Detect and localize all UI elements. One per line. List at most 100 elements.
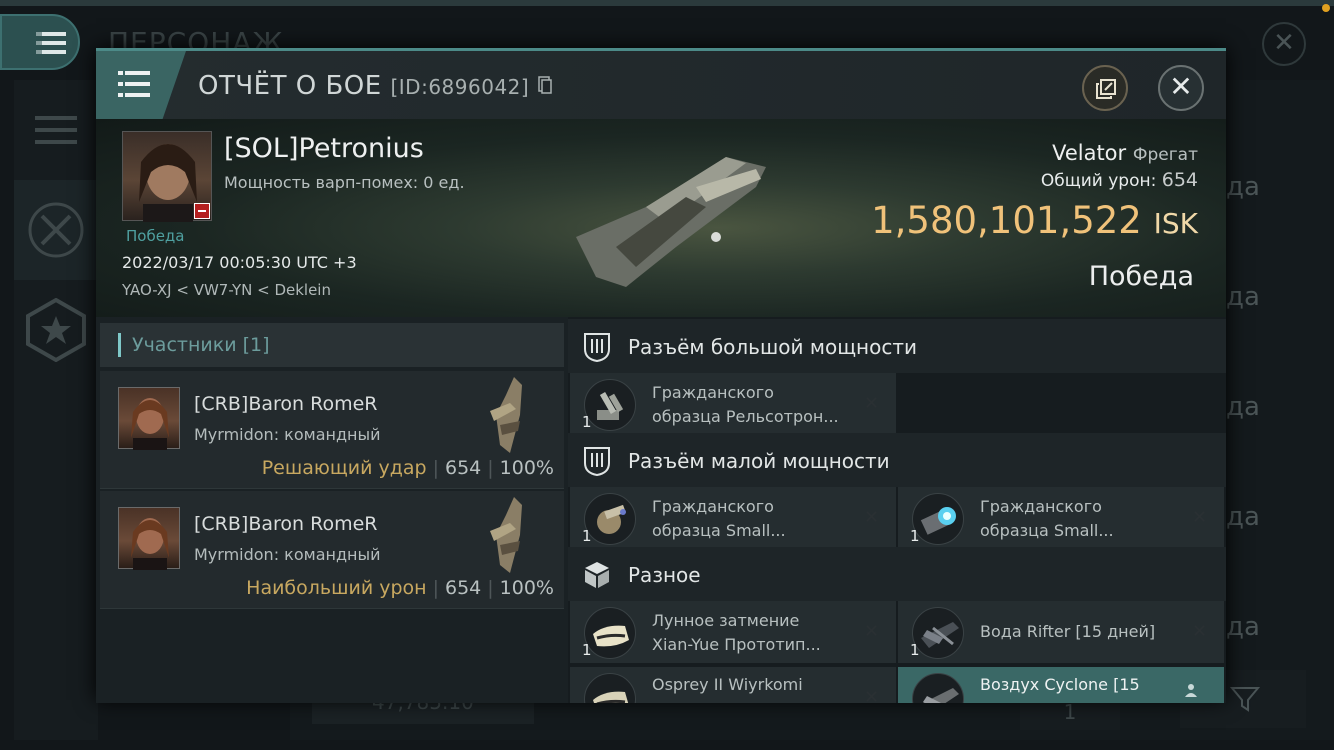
bg-row-label: да [1226,392,1260,422]
victim-ship-icon[interactable] [556,127,776,307]
destroyed-icon: ✕ [1192,621,1208,642]
skin-icon [584,607,636,659]
ship-class: Фрегат [1132,145,1198,165]
isk-value: 1,580,101,522 ISK [871,199,1198,242]
participant-name: [CRB]Baron RomeR [194,393,378,415]
module-name-line1: Гражданского [980,497,1102,516]
low-slot-icon [584,447,610,477]
menu-icon [118,71,150,97]
side-nav [14,80,98,740]
total-damage-label: Общий урон: [1040,171,1157,191]
high-slot-title: Разъём большой мощности [628,335,917,359]
victim-ship[interactable]: Velator Фрегат [1052,141,1198,165]
side-nav-combat[interactable] [14,180,98,280]
battle-report-dialog: ОТЧЁТ О БОЕ [ID:6896042] ✕ Победа [SOL]P… [96,48,1226,703]
module-item[interactable]: 1 Гражданского образца Small... ✕ [898,487,1224,549]
participant-damage: 654 [445,577,482,599]
module-quantity: 1 [582,641,592,659]
filter-icon [1230,687,1260,712]
module-item[interactable]: 1 Вода Rifter [15 дней] ✕ [898,601,1224,663]
close-button[interactable]: ✕ [1158,65,1204,111]
main-menu-button[interactable] [0,14,80,70]
warp-scramble-strength: Мощность варп-помех: 0 ед. [224,173,465,192]
person-icon [1185,684,1197,697]
module-name-line1: Гражданского [652,497,774,516]
isk-unit: ISK [1153,207,1198,240]
module-quantity: 1 [582,527,592,545]
high-slot-section: Разъём большой мощности [568,319,1226,373]
bg-row-label: да [1226,172,1260,202]
isk-amount: 1,580,101,522 [871,199,1142,242]
total-damage-value: 654 [1161,169,1198,191]
participant-stats: Решающий удар | 654 | 100% [261,457,554,479]
victim-name[interactable]: [SOL]Petronius [224,133,424,164]
bg-row-label: да [1226,502,1260,532]
bg-row-label: да [1226,612,1260,642]
ship-skin-icon [912,673,964,703]
ship-type: Velator [1052,141,1127,165]
module-name: Воздух Cyclone [15 [980,675,1140,694]
pilot-portrait-icon [131,398,169,450]
dialog-header: ОТЧЁТ О БОЕ [ID:6896042] ✕ [96,51,1226,119]
shield-booster-icon [912,493,964,545]
share-button[interactable] [1082,65,1128,111]
ship-skin-icon [912,607,964,659]
module-item[interactable]: 1 Гражданского образца Small... ✕ [570,487,896,549]
misc-title: Разное [628,563,701,587]
module-name: Osprey II Wiyrkomi [652,675,803,694]
notification-dot [1322,4,1330,12]
misc-section: Разное [568,547,1226,601]
victim-summary: Победа [SOL]Petronius Мощность варп-поме… [96,119,1226,317]
participant-row[interactable]: [CRB]Baron RomeR Myrmidon: командный Реш… [100,371,564,489]
module-quantity: 1 [582,413,592,431]
module-quantity: 1 [910,641,920,659]
report-id[interactable]: [ID:6896042] [390,75,529,99]
total-damage: Общий урон: 654 [1041,169,1198,191]
module-item[interactable]: Воздух Cyclone [15 [898,667,1224,703]
participant-ship-icon [490,377,522,453]
module-item[interactable]: Osprey II Wiyrkomi ✕ [570,667,896,703]
copy-icon[interactable] [538,76,552,94]
kill-datetime: 2022/03/17 00:05:30 UTC +3 [122,253,357,272]
module-quantity: 1 [910,527,920,545]
fitting-panel: Разъём большой мощности 1 Гражданского о… [568,317,1226,703]
crossed-swords-icon [28,202,84,258]
railgun-icon [584,379,636,431]
participant-name: [CRB]Baron RomeR [194,513,378,535]
participant-row[interactable]: [CRB]Baron RomeR Myrmidon: командный Наи… [100,491,564,609]
module-item[interactable]: 1 Гражданского образца Рельсотрон... ✕ [570,373,896,435]
dialog-title: ОТЧЁТ О БОЕ [ID:6896042] [198,71,552,101]
list-icon [35,116,77,144]
title-text: ОТЧЁТ О БОЕ [198,71,382,101]
module-name-line2: образца Small... [652,521,786,540]
dialog-menu-button[interactable] [96,51,186,119]
destroyed-icon: ✕ [864,507,880,528]
module-name-line2: образца Рельсотрон... [652,407,839,426]
participant-role: Решающий удар [261,457,427,479]
participant-avatar[interactable] [118,507,180,570]
participant-avatar[interactable] [118,387,180,450]
skin-icon [584,673,636,703]
side-nav-list[interactable] [14,80,98,180]
menu-icon [36,32,66,54]
page-close-button[interactable]: ✕ [1262,22,1306,66]
participants-panel: Участники [1] [CRB]Baron RomeR Myrmidon:… [96,317,568,703]
participant-ship-icon [490,497,522,573]
star-hexagon-icon [26,298,86,362]
armor-repairer-icon [584,493,636,545]
participant-percent: 100% [499,577,554,599]
participant-role: Наибольший урон [246,577,427,599]
external-link-icon [1096,79,1116,99]
participant-ship: Myrmidon: командный [194,545,381,564]
top-bar [0,0,1334,6]
side-nav-favorites[interactable] [14,280,98,380]
victim-outcome-label: Победа [126,227,185,245]
kill-location[interactable]: YAO-XJ < VW7-YN < Deklein [122,281,331,299]
module-name-line2: образца Small... [980,521,1114,540]
module-item[interactable]: 1 Лунное затмение Xian-Yue Прототип... ✕ [570,601,896,663]
battle-result: Победа [1088,261,1194,292]
section-accent-bar [118,333,121,357]
low-slot-title: Разъём малой мощности [628,449,890,473]
destroyed-icon: ✕ [864,687,880,703]
participant-damage: 654 [445,457,482,479]
